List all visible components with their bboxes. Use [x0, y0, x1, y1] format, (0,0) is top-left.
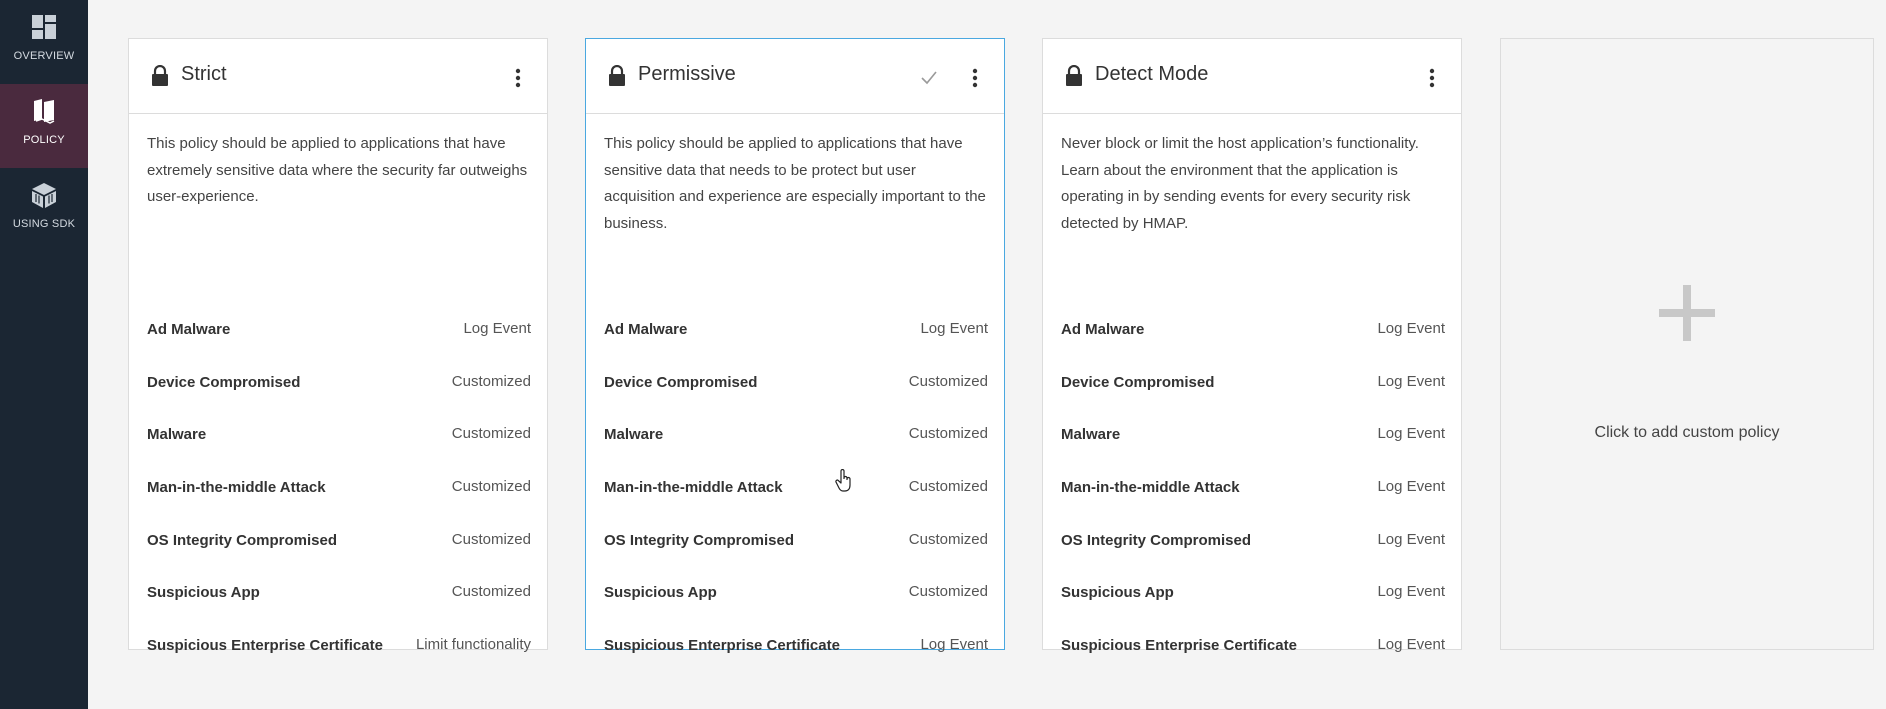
more-options-icon[interactable] [515, 68, 521, 88]
card-title: Permissive [638, 63, 736, 85]
rule-name: OS Integrity Compromised [604, 531, 795, 549]
rule-name: Suspicious Enterprise Certificate [604, 637, 840, 655]
rule-row: Suspicious Enterprise Certificate Log Eve… [604, 625, 988, 678]
lock-icon [1066, 65, 1082, 86]
rule-value: Customized [908, 530, 988, 548]
rule-row: Ad Malware Log Event [1061, 309, 1445, 362]
rule-row: Suspicious App Customized [147, 572, 531, 625]
lock-icon [152, 65, 168, 86]
checkmark-icon [921, 71, 937, 85]
rule-row: Suspicious App Log Event [1061, 572, 1445, 625]
sidebar-item-label: POLICY [23, 134, 65, 146]
rule-name: Malware [1061, 426, 1121, 444]
rule-value: Log Event [1377, 478, 1445, 496]
rule-row: Man-in-the-middle Attack Customized [604, 467, 988, 520]
card-title: Strict [181, 63, 227, 85]
rules-list: Ad Malware Log Event Device Compromised Lo… [1061, 309, 1445, 678]
rule-name: Suspicious Enterprise Certificate [1061, 637, 1297, 655]
sidebar-item-label: OVERVIEW [13, 50, 75, 62]
rule-value: Customized [908, 583, 988, 601]
rule-name: Suspicious App [147, 584, 260, 602]
sdk-cube-icon [32, 183, 56, 208]
rule-value: Customized [908, 478, 988, 496]
policy-book-icon [34, 99, 55, 124]
dashboard-icon [32, 15, 56, 39]
plus-icon [1659, 285, 1715, 341]
rule-name: Ad Malware [1061, 321, 1145, 338]
policy-card-permissive[interactable]: Permissive This policy should be applied… [585, 38, 1005, 654]
rule-name: Ad Malware [604, 321, 688, 338]
policy-card-strict[interactable]: Strict This policy should be applied to … [128, 38, 548, 654]
rule-value: Customized [451, 478, 531, 496]
rule-name: Device Compromised [604, 373, 758, 391]
sidebar-item-label: USING SDK [12, 218, 76, 230]
rule-row: Ad Malware Log Event [604, 309, 988, 362]
rule-name: Malware [604, 426, 664, 444]
rule-name: OS Integrity Compromised [1061, 531, 1252, 549]
rule-value: Log Event [1377, 530, 1445, 548]
add-custom-policy-label: Click to add custom policy [1594, 424, 1780, 441]
rule-value: Log Event [920, 320, 988, 337]
policy-card-detect-mode[interactable]: Detect Mode Never block or limit the hos… [1042, 38, 1462, 654]
card-description: This policy should be applied to applica… [604, 135, 986, 232]
rule-value: Log Event [1377, 425, 1445, 443]
rule-row: OS Integrity Compromised Customized [604, 520, 988, 573]
rule-name: Ad Malware [147, 321, 231, 338]
rule-name: Man-in-the-middle Attack [1061, 479, 1240, 497]
card-description: Never block or limit the host applicatio… [1061, 135, 1419, 232]
rules-list: Ad Malware Log Event Device Compromised Cu… [604, 309, 988, 678]
rule-value: Log Event [1377, 372, 1445, 390]
rule-row: OS Integrity Compromised Log Event [1061, 520, 1445, 573]
rule-row: Device Compromised Customized [147, 362, 531, 415]
rule-value: Customized [908, 372, 988, 390]
more-options-icon[interactable] [1429, 68, 1435, 88]
sidebar-item-policy[interactable]: POLICY [0, 84, 88, 168]
rule-value: Customized [451, 372, 531, 390]
rule-row: Suspicious Enterprise Certificate Limit f… [147, 625, 531, 678]
rule-name: OS Integrity Compromised [147, 531, 338, 549]
rule-name: Man-in-the-middle Attack [147, 479, 326, 497]
rule-value: Log Event [463, 320, 531, 337]
rule-value: Log Event [920, 636, 988, 654]
rule-name: Device Compromised [1061, 373, 1215, 391]
rule-value: Log Event [1377, 320, 1445, 337]
rule-value: Customized [451, 425, 531, 443]
rule-value: Customized [451, 583, 531, 601]
rule-row: Suspicious App Customized [604, 572, 988, 625]
rule-row: Ad Malware Log Event [147, 309, 531, 362]
rule-name: Suspicious App [1061, 584, 1174, 602]
more-options-icon[interactable] [972, 68, 978, 88]
rule-value: Customized [451, 530, 531, 548]
rule-name: Device Compromised [147, 373, 301, 391]
rule-name: Man-in-the-middle Attack [604, 479, 783, 497]
rule-name: Suspicious Enterprise Certificate [147, 637, 383, 655]
card-header: Detect Mode [1043, 39, 1461, 114]
rules-list: Ad Malware Log Event Device Compromised Cu… [147, 309, 531, 678]
rule-value: Log Event [1377, 583, 1445, 601]
rule-name: Malware [147, 426, 207, 444]
rule-row: Malware Customized [147, 414, 531, 467]
hand-cursor-icon [835, 469, 851, 492]
add-custom-policy-card[interactable]: Click to add custom policy [1500, 38, 1874, 650]
rule-value: Log Event [1377, 636, 1445, 654]
rule-row: Device Compromised Customized [604, 362, 988, 415]
rule-row: Man-in-the-middle Attack Log Event [1061, 467, 1445, 520]
rule-row: Suspicious Enterprise Certificate Log Eve… [1061, 625, 1445, 678]
rule-row: OS Integrity Compromised Customized [147, 520, 531, 573]
lock-icon [609, 65, 625, 86]
rule-name: Suspicious App [604, 584, 717, 602]
card-title: Detect Mode [1095, 63, 1209, 85]
rule-row: Man-in-the-middle Attack Customized [147, 467, 531, 520]
sidebar-item-using-sdk[interactable]: USING SDK [0, 168, 88, 252]
card-description: This policy should be applied to applica… [147, 135, 528, 205]
rule-row: Device Compromised Log Event [1061, 362, 1445, 415]
sidebar: OVERVIEW POLICY USING SDK [0, 0, 88, 709]
card-header: Permissive [586, 39, 1004, 114]
rule-row: Malware Log Event [1061, 414, 1445, 467]
rule-value: Customized [908, 425, 988, 443]
rule-value: Limit functionality [415, 636, 531, 654]
card-header: Strict [129, 39, 547, 114]
rule-row: Malware Customized [604, 414, 988, 467]
sidebar-item-overview[interactable]: OVERVIEW [0, 0, 88, 84]
